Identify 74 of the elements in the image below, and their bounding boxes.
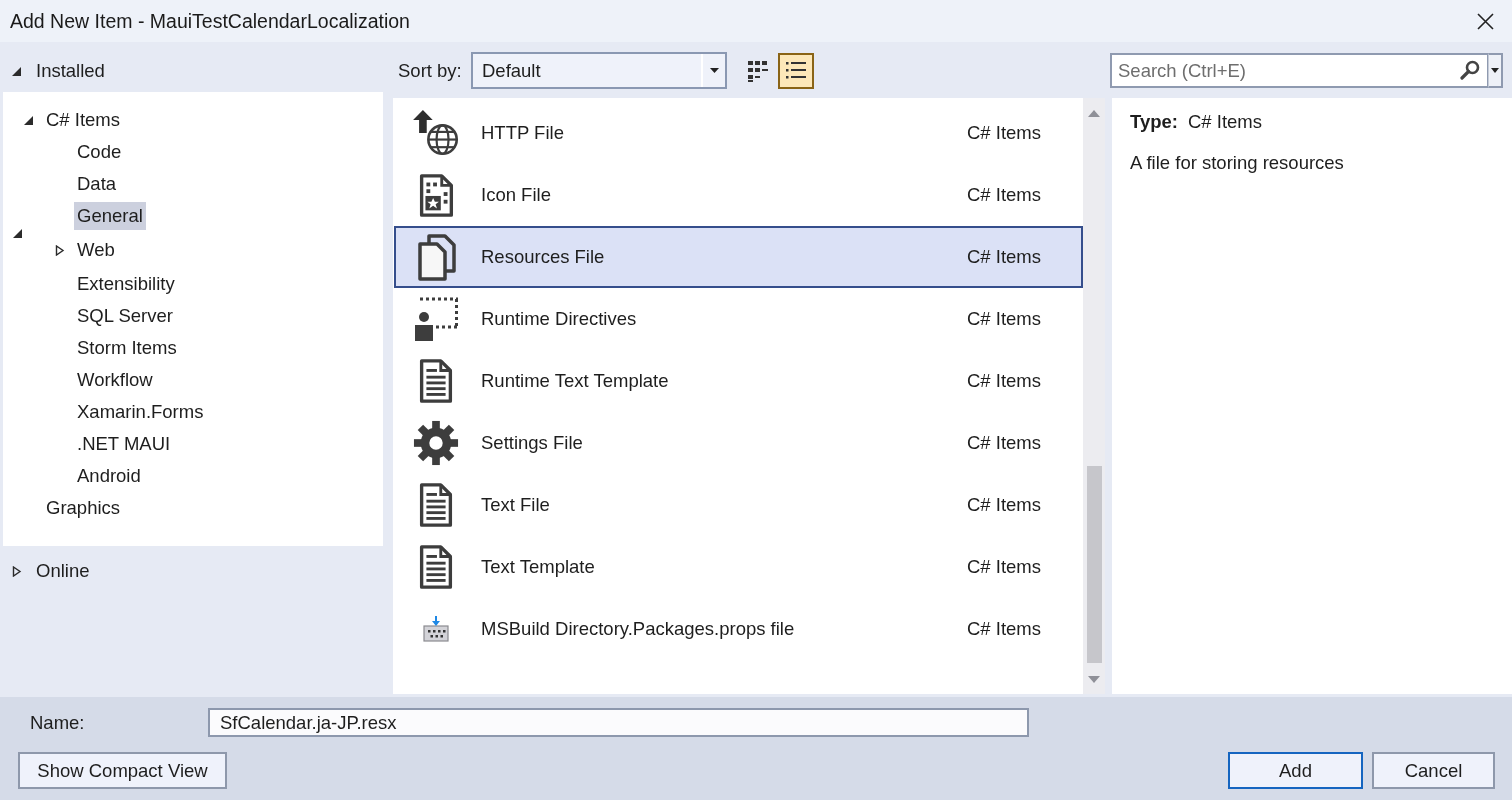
item-description: A file for storing resources: [1130, 151, 1345, 175]
dotted-frame-icon: [412, 295, 460, 343]
tree-item[interactable]: Storm Items: [74, 334, 180, 362]
caret-icon: [1491, 68, 1499, 73]
triangle-icon[interactable]: [11, 65, 22, 77]
tree-item[interactable]: Data: [74, 170, 120, 198]
template-row[interactable]: HTTP File C# Items: [394, 102, 1083, 164]
template-name: Settings File: [481, 432, 584, 454]
template-row[interactable]: Runtime Text Template C# Items: [394, 350, 1083, 412]
template-category: C# Items: [967, 618, 1043, 640]
template-name: Resources File: [481, 246, 606, 268]
type-label: Type:: [1130, 111, 1178, 133]
dialog-button[interactable]: Cancel: [1372, 752, 1495, 789]
tree-item[interactable]: Web: [74, 236, 118, 264]
search-icon: [1460, 60, 1480, 80]
globe-arrow-icon: [412, 108, 460, 158]
name-label: Name:: [30, 711, 86, 734]
scrollbar-thumb[interactable]: [1086, 466, 1102, 663]
tree-item[interactable]: General: [74, 202, 146, 230]
template-row[interactable]: MSBuild Directory.Packages.props file C# Items: [394, 598, 1083, 660]
template-row[interactable]: Text Template C# Items: [394, 536, 1083, 598]
tree-item[interactable]: Graphics: [43, 494, 124, 522]
tree-item[interactable]: Extensibility: [74, 270, 178, 298]
template-category: C# Items: [967, 494, 1043, 516]
gear-icon: [413, 420, 459, 466]
sort-dropdown[interactable]: Default: [471, 52, 727, 89]
template-name: Runtime Directives: [481, 308, 638, 330]
template-category: C# Items: [967, 184, 1043, 206]
close-icon: [1476, 12, 1494, 30]
sort-label: Sort by:: [398, 59, 463, 82]
section-header[interactable]: Installed: [36, 60, 105, 82]
scrollbar[interactable]: [1083, 98, 1105, 694]
grid-icon: [747, 59, 769, 82]
search-field[interactable]: Search (Ctrl+E): [1110, 53, 1488, 88]
scroll-up-icon[interactable]: [1088, 109, 1100, 117]
list-icon: [785, 59, 807, 82]
template-category: C# Items: [967, 432, 1043, 454]
template-category: C# Items: [967, 308, 1043, 330]
tree-item[interactable]: Android: [74, 462, 144, 490]
window-title: Add New Item - MauiTestCalendarLocalization: [10, 9, 410, 33]
template-name: Text File: [481, 494, 551, 516]
template-category: C# Items: [967, 370, 1043, 392]
template-category: C# Items: [967, 556, 1043, 578]
template-category: C# Items: [967, 246, 1043, 268]
section-header[interactable]: Online: [36, 560, 90, 582]
template-name: MSBuild Directory.Packages.props file: [481, 618, 796, 640]
template-name: Icon File: [481, 184, 552, 206]
triangle-icon[interactable]: [11, 565, 22, 577]
triangle-icon[interactable]: [22, 114, 34, 126]
caret-icon: [709, 68, 719, 73]
view-button[interactable]: [778, 52, 814, 89]
template-row[interactable]: Icon File C# Items: [394, 164, 1083, 226]
tree-item[interactable]: Workflow: [74, 366, 156, 394]
name-field[interactable]: SfCalendar.ja-JP.resx: [208, 708, 1029, 737]
tree-item[interactable]: .NET MAUI: [74, 430, 174, 458]
tree-item[interactable]: SQL Server: [74, 302, 176, 330]
template-name: Text Template: [481, 556, 596, 578]
template-row[interactable]: Text File C# Items: [394, 474, 1083, 536]
template-row[interactable]: Runtime Directives C# Items: [394, 288, 1083, 350]
template-name: Runtime Text Template: [481, 370, 670, 392]
template-name: HTTP File: [481, 122, 565, 144]
triangle-icon[interactable]: [53, 244, 65, 256]
tree-item[interactable]: Code: [74, 138, 125, 166]
template-row[interactable]: Settings File C# Items: [394, 412, 1083, 474]
search-options-button[interactable]: [1488, 53, 1503, 88]
type-value: C# Items: [1187, 111, 1262, 133]
scroll-down-icon[interactable]: [1088, 675, 1100, 683]
template-row[interactable]: Resources File C# Items: [394, 226, 1083, 288]
dialog-button[interactable]: Add: [1228, 752, 1363, 789]
tray-download-icon: [422, 615, 450, 643]
tree-item[interactable]: Xamarin.Forms: [74, 398, 207, 426]
tree-item[interactable]: C# Items: [43, 106, 124, 134]
template-category: C# Items: [967, 122, 1043, 144]
compact-view-button[interactable]: Show Compact View: [18, 752, 227, 789]
